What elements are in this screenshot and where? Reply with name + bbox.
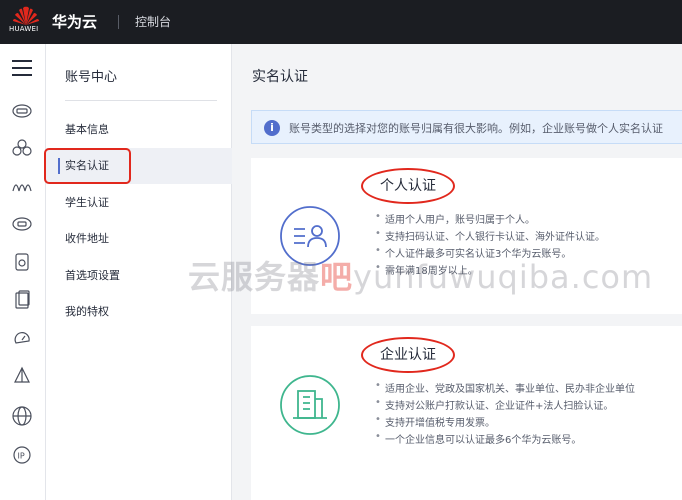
menu-item-student-auth[interactable]: 学生认证 (46, 185, 232, 221)
brand-name[interactable]: 华为云 (52, 11, 97, 32)
enterprise-building-icon (279, 374, 341, 436)
storage-icon[interactable] (11, 251, 33, 273)
watermark: 云服务器吧yunfuwuqiba.com (188, 252, 653, 298)
svg-text:IP: IP (18, 452, 25, 461)
sail-icon[interactable] (11, 365, 33, 387)
feature-item: 适用企业、党政及国家机关、事业单位、民办非企业单位 (375, 380, 635, 395)
feature-item: 一个企业信息可以认证最多6个华为云账号。 (375, 431, 581, 446)
menu-item-privileges[interactable]: 我的特权 (46, 294, 232, 330)
document-icon[interactable] (11, 289, 33, 311)
menu-item-real-name-auth[interactable]: 实名认证 (44, 148, 232, 184)
watermark-domain: yunfuwuqiba.com (353, 258, 654, 296)
logo-text: HUAWEI (9, 25, 39, 33)
info-icon: i (264, 120, 280, 136)
service-icon-rail: IP (0, 44, 46, 500)
header-divider (118, 15, 119, 29)
feature-item: 支持对公账户打款认证、企业证件+法人扫脸认证。 (375, 397, 613, 412)
watermark-text: 云服务器 (188, 258, 321, 296)
console-link[interactable]: 控制台 (135, 13, 171, 30)
enterprise-auth-card[interactable]: 企业认证 适用企业、党政及国家机关、事业单位、民办非企业单位 支持对公账户打款认… (251, 326, 682, 500)
info-text: 账号类型的选择对您的账号归属有很大影响。例如，企业账号做个人实名认证 (289, 122, 663, 135)
personal-auth-title-wrap: 个人认证 (361, 168, 455, 204)
feature-item: 适用个人用户，账号归属于个人。 (375, 211, 535, 226)
globe-icon[interactable] (11, 405, 33, 427)
personal-auth-title[interactable]: 个人认证 (361, 168, 455, 204)
info-banner: i 账号类型的选择对您的账号归属有很大影响。例如，企业账号做个人实名认证 (251, 110, 682, 144)
feature-item: 支持扫码认证、个人银行卡认证、海外证件认证。 (375, 228, 605, 243)
feature-item: 支持开增值税专用发票。 (375, 414, 495, 429)
active-indicator (58, 158, 60, 174)
enterprise-auth-title-wrap: 企业认证 (361, 337, 455, 373)
huawei-flower-icon (13, 6, 39, 26)
page-title: 实名认证 (252, 69, 308, 85)
menu-title: 账号中心 (65, 70, 118, 85)
menu-item-basic-info[interactable]: 基本信息 (46, 112, 232, 148)
watermark-text-accent: 吧 (320, 258, 354, 296)
cloud-server-icon[interactable] (11, 99, 33, 121)
database-icon[interactable] (11, 213, 33, 235)
wave-icon[interactable] (11, 175, 33, 197)
menu-divider (65, 100, 217, 101)
top-bar: HUAWEI 华为云 控制台 (0, 0, 682, 44)
menu-icon[interactable] (12, 60, 32, 76)
cluster-icon[interactable] (11, 137, 33, 159)
enterprise-auth-title[interactable]: 企业认证 (361, 337, 455, 373)
cloud-gauge-icon[interactable] (11, 327, 33, 349)
huawei-logo[interactable] (10, 5, 42, 39)
ip-icon[interactable]: IP (11, 444, 33, 466)
